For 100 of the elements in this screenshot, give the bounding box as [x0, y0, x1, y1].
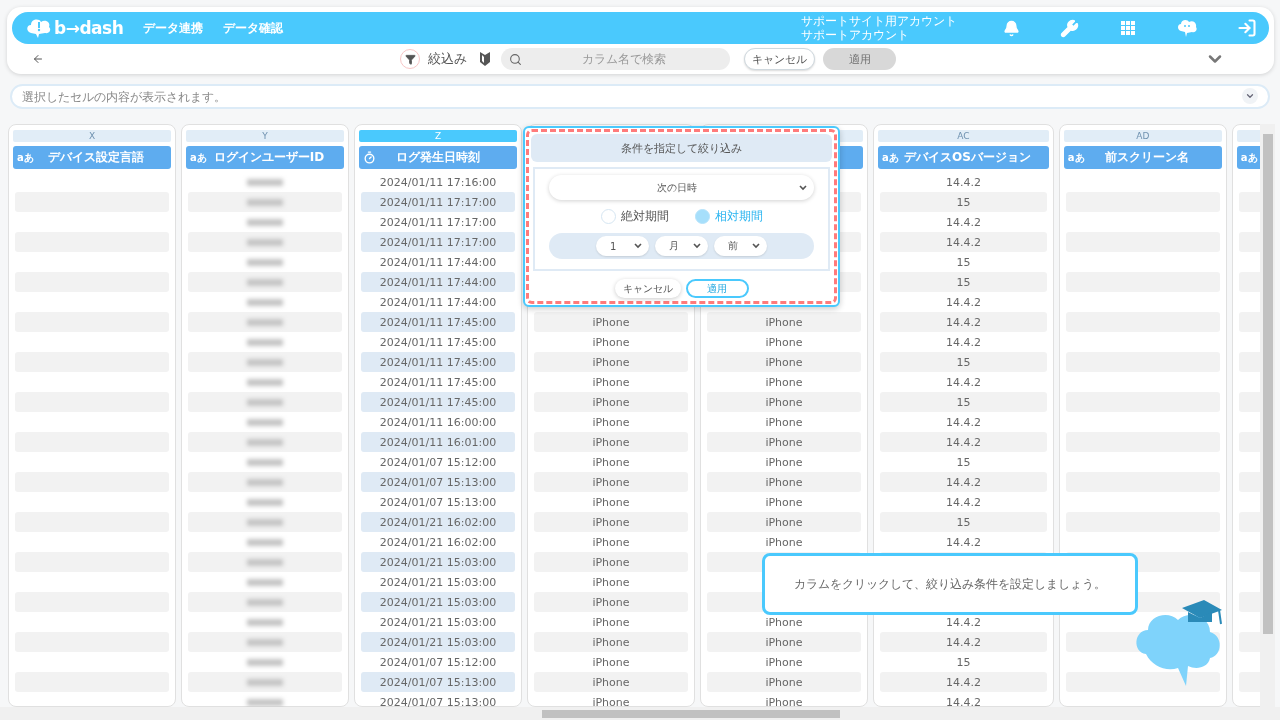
table-cell[interactable]: 14.4.2: [880, 472, 1047, 492]
table-cell[interactable]: [188, 592, 342, 612]
table-cell[interactable]: 2024/01/11 16:00:00: [361, 412, 515, 432]
period-select[interactable]: 1: [596, 236, 649, 256]
column-card[interactable]: [354, 124, 522, 707]
table-cell[interactable]: iPhone: [707, 352, 861, 372]
login-icon[interactable]: [1237, 18, 1257, 38]
table-cell[interactable]: 2024/01/11 17:45:00: [361, 332, 515, 352]
table-cell[interactable]: 15: [880, 512, 1047, 532]
horizontal-scrollbar[interactable]: [0, 707, 1280, 720]
table-cell[interactable]: 2024/01/11 17:45:00: [361, 372, 515, 392]
column-card[interactable]: Y aあ ログインユーザーID: [181, 124, 349, 707]
table-cell[interactable]: [188, 312, 342, 332]
period-select[interactable]: 月: [655, 236, 708, 256]
table-cell[interactable]: 2024/01/11 17:17:00: [361, 232, 515, 252]
table-cell[interactable]: iPhone: [534, 392, 688, 412]
table-cell[interactable]: iPhone: [707, 612, 861, 632]
table-cell[interactable]: 2024/01/21 15:03:00: [361, 592, 515, 612]
chat-cloud-icon[interactable]: [1177, 19, 1197, 37]
period-select[interactable]: 前: [714, 236, 767, 256]
table-cell[interactable]: iPhone: [707, 472, 861, 492]
table-cell[interactable]: iPhone: [534, 372, 688, 392]
table-cell[interactable]: [188, 632, 342, 652]
table-cell[interactable]: 2024/01/11 17:17:00: [361, 192, 515, 212]
table-cell[interactable]: iPhone: [707, 432, 861, 452]
table-cell[interactable]: iPhone: [707, 632, 861, 652]
table-cell[interactable]: iPhone: [707, 332, 861, 352]
table-cell[interactable]: iPhone: [534, 692, 688, 707]
table-cell[interactable]: [188, 192, 342, 212]
table-cell[interactable]: 2024/01/07 15:12:00: [361, 652, 515, 672]
table-cell[interactable]: 15: [880, 192, 1047, 212]
table-cell[interactable]: 2024/01/11 17:45:00: [361, 352, 515, 372]
table-cell[interactable]: 14.4.2: [880, 312, 1047, 332]
table-cell[interactable]: iPhone: [534, 552, 688, 572]
table-cell[interactable]: iPhone: [707, 652, 861, 672]
table-cell[interactable]: 14.4.2: [880, 412, 1047, 432]
table-cell[interactable]: iPhone: [707, 532, 861, 552]
column-letter[interactable]: Y: [186, 130, 344, 142]
table-cell[interactable]: 2024/01/11 17:45:00: [361, 392, 515, 412]
table-cell[interactable]: 2024/01/21 15:03:00: [361, 552, 515, 572]
table-cell[interactable]: 2024/01/07 15:12:00: [361, 452, 515, 472]
popup-apply-button[interactable]: 適用: [685, 279, 749, 298]
table-cell[interactable]: 15: [880, 352, 1047, 372]
back-arrow-icon[interactable]: [32, 53, 44, 65]
table-cell[interactable]: [188, 352, 342, 372]
table-cell[interactable]: 2024/01/07 15:13:00: [361, 672, 515, 692]
table-cell[interactable]: iPhone: [707, 672, 861, 692]
table-cell[interactable]: iPhone: [707, 372, 861, 392]
table-cell[interactable]: 14.4.2: [880, 292, 1047, 312]
column-letter[interactable]: AC: [878, 130, 1049, 142]
column-letter[interactable]: AD: [1063, 130, 1222, 142]
table-cell[interactable]: iPhone: [534, 332, 688, 352]
table-cell[interactable]: 2024/01/21 16:02:00: [361, 512, 515, 532]
table-cell[interactable]: 2024/01/21 16:02:00: [361, 532, 515, 552]
table-cell[interactable]: iPhone: [534, 472, 688, 492]
grid-icon[interactable]: [1121, 21, 1135, 35]
table-cell[interactable]: iPhone: [534, 312, 688, 332]
table-cell[interactable]: iPhone: [534, 532, 688, 552]
table-cell[interactable]: 15: [880, 252, 1047, 272]
table-cell[interactable]: iPhone: [534, 352, 688, 372]
table-cell[interactable]: 2024/01/07 15:13:00: [361, 492, 515, 512]
table-cell[interactable]: [188, 232, 342, 252]
table-cell[interactable]: 2024/01/07 15:13:00: [361, 692, 515, 707]
table-cell[interactable]: 2024/01/21 15:03:00: [361, 572, 515, 592]
table-cell[interactable]: 14.4.2: [880, 672, 1047, 692]
table-cell[interactable]: 2024/01/21 15:03:00: [361, 632, 515, 652]
table-cell[interactable]: iPhone: [534, 652, 688, 672]
table-cell[interactable]: 14.4.2: [880, 332, 1047, 352]
table-cell[interactable]: iPhone: [707, 492, 861, 512]
table-cell[interactable]: 14.4.2: [880, 232, 1047, 252]
table-cell[interactable]: iPhone: [534, 572, 688, 592]
popup-cancel-button[interactable]: キャンセル: [614, 279, 681, 298]
table-cell[interactable]: 2024/01/21 15:03:00: [361, 612, 515, 632]
table-cell[interactable]: iPhone: [534, 452, 688, 472]
table-cell[interactable]: iPhone: [534, 512, 688, 532]
table-cell[interactable]: 15: [880, 452, 1047, 472]
condition-select[interactable]: 次の日時: [549, 175, 814, 200]
table-cell[interactable]: iPhone: [707, 412, 861, 432]
table-cell[interactable]: iPhone: [534, 612, 688, 632]
table-cell[interactable]: iPhone: [707, 392, 861, 412]
table-cell[interactable]: 14.4.2: [880, 492, 1047, 512]
table-cell[interactable]: [188, 392, 342, 412]
table-cell[interactable]: 2024/01/07 15:13:00: [361, 472, 515, 492]
table-cell[interactable]: iPhone: [707, 512, 861, 532]
search-field[interactable]: カラム名で検索: [501, 48, 730, 70]
table-cell[interactable]: [188, 672, 342, 692]
table-cell[interactable]: 2024/01/11 17:44:00: [361, 252, 515, 272]
table-cell[interactable]: [188, 552, 342, 572]
column-letter[interactable]: X: [13, 130, 171, 142]
table-cell[interactable]: iPhone: [534, 412, 688, 432]
table-cell[interactable]: [188, 432, 342, 452]
table-cell[interactable]: iPhone: [534, 492, 688, 512]
table-cell[interactable]: 15: [880, 272, 1047, 292]
table-cell[interactable]: [188, 272, 342, 292]
cancel-button[interactable]: キャンセル: [744, 48, 815, 70]
table-cell[interactable]: iPhone: [534, 632, 688, 652]
cell-content-field[interactable]: 選択したセルの内容が表示されます。: [10, 84, 1270, 109]
wrench-icon[interactable]: [1060, 18, 1079, 38]
table-cell[interactable]: 2024/01/11 17:16:00: [361, 172, 515, 192]
table-cell[interactable]: iPhone: [707, 692, 861, 707]
